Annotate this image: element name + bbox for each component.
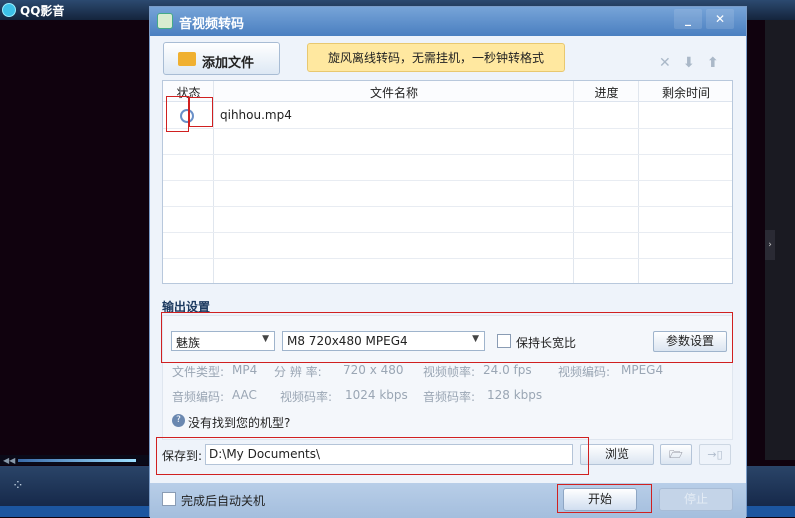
model-select[interactable]: M8 720x480 MPEG4 ▼ [282,331,485,351]
acodec-value: AAC [232,388,257,402]
player-title: QQ影音 [20,4,65,18]
transcode-dialog: 音视频转码 _ ✕ 添加文件 旋风离线转码，无需挂机，一秒钟转格式 ✕ ⬇ ⬆ … [149,6,747,518]
file-type-label: 文件类型: [172,365,225,379]
start-button[interactable]: 开始 [563,488,637,511]
send-to-device-icon[interactable]: →▯ [699,444,731,465]
table-row-filename[interactable]: qihhou.mp4 [220,108,292,122]
file-type-value: MP4 [232,363,258,377]
footprint-icon[interactable]: ⁘ [12,478,24,494]
vcodec-value: MPEG4 [621,363,664,377]
vcodec-label: 视频编码: [558,365,611,379]
expand-arrow-icon[interactable]: › [765,230,775,260]
move-up-icon[interactable]: ⬆ [707,55,719,71]
resolution-value: 720 x 480 [343,363,404,377]
fps-value: 24.0 fps [483,363,532,377]
close-button[interactable]: ✕ [706,9,734,29]
add-file-button[interactable]: 添加文件 [163,42,280,75]
offline-transcode-banner[interactable]: 旋风离线转码，无需挂机，一秒钟转格式 [307,43,565,72]
col-progress[interactable]: 进度 [574,84,639,101]
fps-label: 视频帧率: [423,365,476,379]
status-waiting-icon [180,109,194,123]
delete-icon[interactable]: ✕ [659,55,671,71]
help-icon[interactable]: ? [172,414,185,427]
rewind-icon[interactable]: ◀◀ [3,456,15,465]
resolution-label: 分 辨 率: [274,365,322,379]
abitrate-value: 128 kbps [487,388,543,402]
move-down-icon[interactable]: ⬇ [683,55,695,71]
save-path-input[interactable]: D:\My Documents\ [205,444,573,465]
keep-ratio-label[interactable]: 保持长宽比 [516,334,576,351]
brand-select[interactable]: 魅族 ▼ [171,331,275,351]
stop-button[interactable]: 停止 [659,488,733,511]
file-table: 状态 文件名称 进度 剩余时间 qihhou.mp4 [162,80,733,284]
folder-add-icon [178,52,196,66]
seek-bar[interactable] [18,459,136,462]
transcode-icon [157,13,173,29]
col-status[interactable]: 状态 [163,84,214,101]
col-remaining[interactable]: 剩余时间 [639,84,733,101]
minimize-button[interactable]: _ [674,9,702,29]
keep-ratio-checkbox[interactable] [497,334,511,348]
model-value: M8 720x480 MPEG4 [287,334,408,348]
dialog-title: 音视频转码 [179,17,245,32]
chevron-down-icon: ▼ [262,334,269,344]
browse-button[interactable]: 浏览 [580,444,654,465]
dialog-titlebar[interactable]: 音视频转码 _ ✕ [150,7,746,36]
output-settings-heading: 输出设置 [162,300,211,314]
chevron-down-icon: ▼ [472,334,479,344]
col-filename[interactable]: 文件名称 [214,84,574,101]
param-settings-button[interactable]: 参数设置 [653,331,727,352]
model-not-found-link[interactable]: 没有找到您的机型? [188,414,290,431]
auto-shutdown-checkbox[interactable] [162,492,176,506]
acodec-label: 音频编码: [172,390,225,404]
abitrate-label: 音频码率: [423,390,476,404]
brand-value: 魅族 [176,336,201,350]
vbitrate-label: 视频码率: [280,390,333,404]
vbitrate-value: 1024 kbps [345,388,408,402]
qq-player-logo-icon [2,3,16,17]
open-folder-icon[interactable]: 🗁 [660,444,692,465]
auto-shutdown-label[interactable]: 完成后自动关机 [181,492,265,509]
save-to-label: 保存到: [162,449,203,463]
add-file-label: 添加文件 [202,56,255,71]
